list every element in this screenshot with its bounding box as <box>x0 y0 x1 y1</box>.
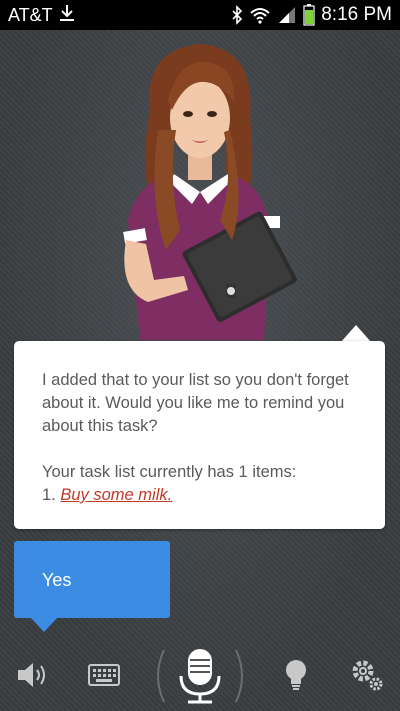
status-bar: AT&T 8:16 PM <box>0 0 400 30</box>
assistant-bubble-tail <box>341 325 371 342</box>
battery-icon <box>303 4 315 26</box>
signal-icon <box>277 5 297 25</box>
download-icon <box>59 3 75 28</box>
task-item-link[interactable]: Buy some milk. <box>60 486 172 504</box>
wifi-icon <box>249 5 271 25</box>
assistant-message-bubble: I added that to your list so you don't f… <box>14 341 385 529</box>
lightbulb-icon[interactable] <box>284 658 308 692</box>
settings-icon[interactable] <box>350 658 384 692</box>
user-reply-bubble-tail <box>30 617 58 632</box>
assistant-avatar <box>88 40 308 340</box>
keyboard-icon[interactable] <box>88 664 120 686</box>
assistant-message-text: I added that to your list so you don't f… <box>42 371 349 435</box>
microphone-icon[interactable] <box>150 646 250 706</box>
user-reply-bubble[interactable]: Yes <box>14 541 170 618</box>
bottom-action-bar <box>0 640 400 711</box>
task-list-count-text: Your task list currently has 1 items: <box>42 463 297 481</box>
speaker-icon[interactable] <box>16 660 52 690</box>
task-list-summary: Your task list currently has 1 items: 1.… <box>42 461 359 507</box>
user-reply-text: Yes <box>42 570 72 590</box>
task-number: 1. <box>42 486 56 504</box>
carrier-label: AT&T <box>8 4 53 25</box>
bluetooth-icon <box>231 5 243 25</box>
clock: 8:16 PM <box>321 4 392 25</box>
